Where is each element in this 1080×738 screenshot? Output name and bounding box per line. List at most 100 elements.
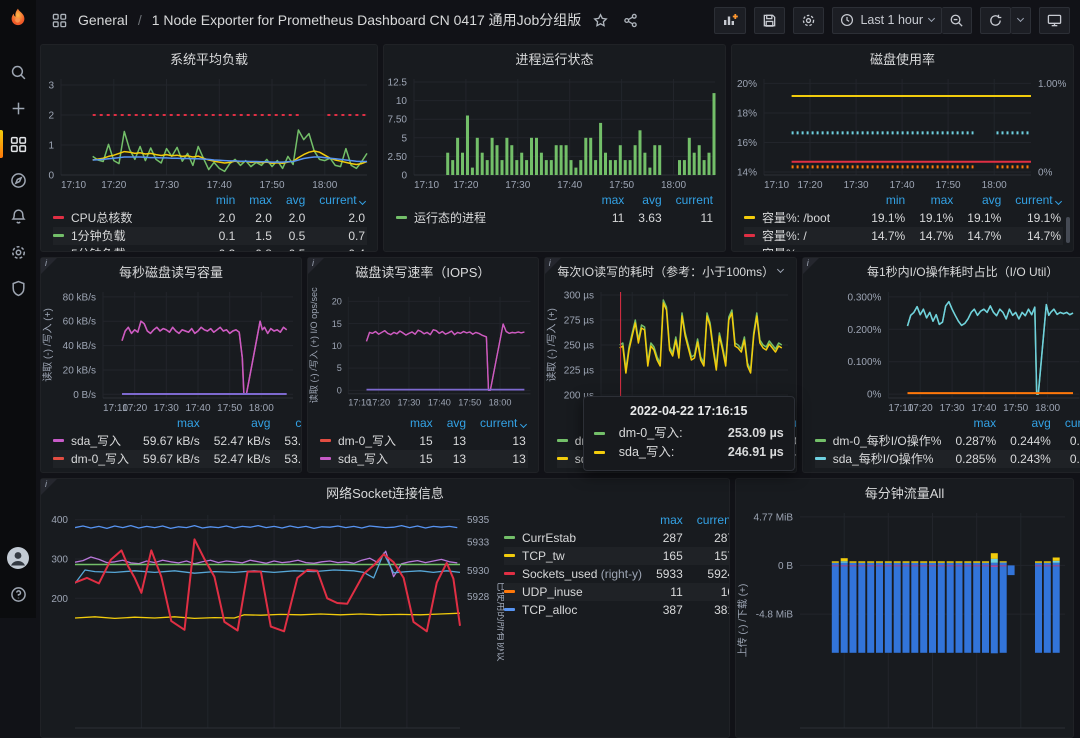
legend-series-label[interactable]: sda_写入 bbox=[338, 452, 388, 466]
legend-column-current[interactable]: current bbox=[769, 414, 796, 432]
legend-series-label[interactable]: dm-0_写入 bbox=[71, 452, 129, 466]
legend-column-current[interactable]: current bbox=[468, 414, 528, 432]
legend-series-label[interactable]: Sockets_used bbox=[522, 567, 597, 581]
sidebar-item-profile[interactable] bbox=[0, 540, 36, 576]
legend-series-label[interactable]: TCP_tw bbox=[522, 549, 565, 563]
panel-header[interactable]: 每分钟流量All bbox=[736, 479, 1073, 505]
save-dashboard-button[interactable] bbox=[754, 6, 786, 34]
legend-series-label[interactable]: 容量%: /boot bbox=[762, 211, 830, 225]
panel-info-corner[interactable] bbox=[41, 258, 57, 274]
svg-text:17:40: 17:40 bbox=[185, 403, 210, 414]
legend-series-label[interactable]: dm-0_写入 bbox=[575, 434, 633, 448]
panel-info-corner[interactable] bbox=[308, 258, 324, 274]
panel-header[interactable]: 每次IO读写的耗时（参考：小于100ms） bbox=[545, 258, 796, 284]
panel-header[interactable]: 进程运行状态 bbox=[384, 45, 725, 71]
legend-column-max[interactable]: max bbox=[237, 191, 274, 209]
legend-row: sda_写入 293.22 µs 252.68 µs 247.26 µs bbox=[556, 450, 796, 468]
legend-column-avg[interactable]: avg bbox=[274, 191, 307, 209]
legend-column-max[interactable]: max bbox=[590, 191, 627, 209]
legend-series-label[interactable]: 1分钟负载 bbox=[71, 229, 126, 243]
io-util-chart[interactable]: 17:1017:20 17:30 17:40 17:50 18:000%0.100%0.… bbox=[803, 284, 1080, 414]
legend-series-label[interactable]: UDP_inuse bbox=[522, 585, 583, 599]
refresh-button[interactable] bbox=[980, 6, 1011, 34]
legend-column-min[interactable]: min bbox=[859, 191, 907, 209]
settings-gear-icon bbox=[803, 14, 815, 26]
legend-column-avg[interactable]: avg bbox=[998, 414, 1053, 432]
panel-info-corner[interactable] bbox=[41, 479, 57, 495]
panel-header[interactable]: 系统平均负载 bbox=[41, 45, 377, 71]
legend-column-current[interactable]: current bbox=[307, 191, 367, 209]
kiosk-mode-button[interactable] bbox=[1039, 6, 1070, 34]
dashboard-title[interactable]: 1 Node Exporter for Prometheus Dashboard… bbox=[152, 10, 582, 30]
legend-series-label[interactable]: 容量%: / bbox=[762, 229, 807, 243]
legend-series-label[interactable]: CPU总核数 bbox=[71, 211, 132, 225]
panel-header[interactable]: 每1秒内I/O操作耗时占比（I/O Util） bbox=[803, 258, 1080, 284]
legend-column-current[interactable]: current bbox=[1053, 414, 1080, 432]
panel-io-util: i 每1秒内I/O操作耗时占比（I/O Util） 17:10 17:20 17:3… bbox=[801, 257, 1080, 473]
disk-rw-bytes-chart[interactable]: 17:1017:20 17:30 17:40 17:50 18:000 B/s20 kB… bbox=[41, 284, 301, 414]
panel-header[interactable]: 每秒磁盘读写容量 bbox=[41, 258, 301, 284]
legend-series-label[interactable]: dm-0_每秒I/O操作% bbox=[833, 434, 942, 448]
legend-series-label[interactable]: 运行态的进程 bbox=[414, 211, 486, 225]
panel-header[interactable]: 网络Socket连接信息 bbox=[41, 479, 729, 505]
legend-series-label[interactable]: 容量%: bbox=[762, 247, 800, 251]
legend-series-label[interactable]: dm-0_写入 bbox=[338, 434, 396, 448]
process-status-chart[interactable]: 17:10 17:20 17:30 17:40 17:50 18:00 0 2.50 5 7.50… bbox=[384, 71, 725, 191]
star-icon[interactable] bbox=[589, 9, 611, 31]
zoom-out-button[interactable] bbox=[942, 6, 972, 34]
legend-column-current[interactable]: current bbox=[1003, 191, 1063, 209]
sidebar-item-server-admin[interactable] bbox=[0, 270, 36, 306]
sidebar-item-help[interactable] bbox=[0, 576, 36, 612]
legend-scrollbar[interactable] bbox=[1066, 217, 1070, 243]
svg-text:18:00: 18:00 bbox=[982, 180, 1007, 191]
legend-column-avg[interactable]: avg bbox=[202, 414, 273, 432]
legend-series-label[interactable]: sda_写入 bbox=[71, 434, 121, 448]
legend-column-current[interactable]: current bbox=[272, 414, 301, 432]
sidebar-item-alerting[interactable] bbox=[0, 198, 36, 234]
add-panel-button[interactable] bbox=[714, 6, 747, 34]
legend-series-label[interactable]: CurrEstab bbox=[522, 531, 576, 545]
legend-column-max[interactable]: max bbox=[131, 414, 202, 432]
dashboards-grid-icon[interactable] bbox=[48, 9, 70, 31]
sidebar bbox=[0, 0, 36, 618]
grafana-logo[interactable] bbox=[0, 0, 36, 40]
svg-text:17:50: 17:50 bbox=[259, 180, 284, 191]
sidebar-item-search[interactable] bbox=[0, 54, 36, 90]
sidebar-item-dashboards[interactable] bbox=[0, 126, 36, 162]
panel-info-corner[interactable] bbox=[544, 258, 561, 274]
legend-series-label[interactable]: 5分钟负载 bbox=[71, 247, 126, 251]
refresh-interval-dropdown[interactable] bbox=[1011, 6, 1031, 34]
disk-iops-chart[interactable]: 17:1017:20 17:30 17:40 17:50 18:0005101520读取… bbox=[308, 284, 538, 414]
time-range-picker[interactable]: Last 1 hour bbox=[832, 6, 942, 34]
legend-column-max[interactable]: max bbox=[644, 511, 685, 529]
legend-column-avg[interactable]: avg bbox=[626, 191, 663, 209]
legend-column-max[interactable]: max bbox=[943, 414, 998, 432]
legend-series-label[interactable]: sda_每秒I/O操作% bbox=[833, 452, 934, 466]
legend-series-label[interactable]: TCP_alloc bbox=[522, 603, 577, 617]
legend-column-max[interactable]: max bbox=[907, 191, 955, 209]
io-latency-chart[interactable]: 17:1017:20 17:30 17:40 17:50 18:00200 µs225 … bbox=[545, 284, 796, 414]
sidebar-item-explore[interactable] bbox=[0, 162, 36, 198]
legend-column-avg[interactable]: avg bbox=[955, 191, 1003, 209]
legend-value: 0.5 bbox=[274, 245, 307, 251]
panel-info-corner[interactable] bbox=[802, 258, 819, 274]
legend-row: Sockets_used (right-y) 5933 5924 bbox=[504, 565, 729, 583]
legend-column-max[interactable]: max bbox=[635, 414, 702, 432]
panel-header[interactable]: 磁盘读写速率（IOPS） bbox=[308, 258, 538, 284]
panel-header[interactable]: 磁盘使用率 bbox=[732, 45, 1073, 71]
legend-column-current[interactable]: current bbox=[685, 511, 729, 529]
legend-column-max[interactable]: max bbox=[398, 414, 435, 432]
system-load-chart[interactable]: 17:10 17:20 17:30 17:40 17:50 18:00 0 1 2 3 bbox=[41, 71, 377, 191]
legend-series-label[interactable]: sda_写入 bbox=[575, 452, 625, 466]
sidebar-item-configuration[interactable] bbox=[0, 234, 36, 270]
dashboard-settings-button[interactable] bbox=[793, 6, 825, 34]
legend-column-current[interactable]: current bbox=[664, 191, 715, 209]
breadcrumb-section[interactable]: General bbox=[78, 12, 128, 28]
share-icon[interactable] bbox=[619, 9, 641, 31]
legend-column-avg[interactable]: avg bbox=[435, 414, 468, 432]
legend-row: sda_写入 59.67 kB/s 52.47 kB/s 53.25 kB/s bbox=[53, 432, 301, 450]
legend-column-avg[interactable]: avg bbox=[702, 414, 769, 432]
disk-usage-chart[interactable]: 17:10 17:20 17:30 17:40 17:50 18:00 14% 16% 18% 2… bbox=[732, 71, 1073, 191]
legend-column-min[interactable]: min bbox=[204, 191, 237, 209]
sidebar-item-create[interactable] bbox=[0, 90, 36, 126]
